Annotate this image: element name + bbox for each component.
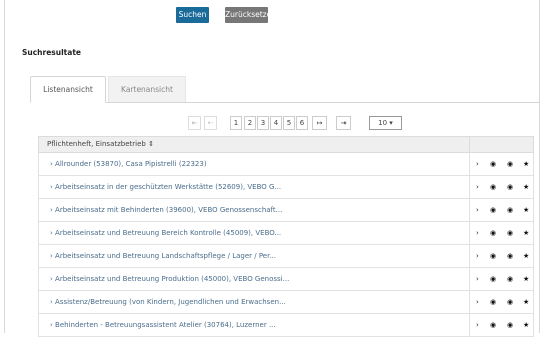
row-actions: › ◉ ◉ ★: [469, 153, 536, 175]
row-actions: › ◉ ◉ ★: [469, 291, 536, 313]
row-actions: › ◉ ◉ ★: [469, 245, 536, 267]
row-actions: › ◉ ◉ ★: [469, 199, 536, 221]
last-page-icon[interactable]: ⇥: [336, 116, 351, 130]
row-actions: › ◉ ◉ ★: [469, 222, 536, 244]
search-button[interactable]: Suchen: [176, 7, 209, 23]
view-icon[interactable]: ◉: [490, 199, 496, 221]
page-size-select[interactable]: 10 ▾: [369, 116, 402, 130]
preview-icon[interactable]: ◉: [507, 199, 513, 221]
view-icon[interactable]: ◉: [490, 176, 496, 198]
table-row: › Arbeitseinsatz in der geschützten Werk…: [38, 176, 534, 199]
expand-icon[interactable]: ›: [476, 291, 479, 313]
view-icon[interactable]: ◉: [490, 222, 496, 244]
view-icon[interactable]: ◉: [490, 268, 496, 290]
expand-icon[interactable]: ›: [476, 199, 479, 221]
actions-header: [469, 137, 536, 152]
favorite-star-icon[interactable]: ★: [523, 268, 529, 290]
expand-icon[interactable]: ›: [476, 153, 479, 175]
page-5[interactable]: 5: [283, 116, 295, 130]
row-actions: › ◉ ◉ ★: [469, 268, 536, 290]
preview-icon[interactable]: ◉: [507, 153, 513, 175]
view-icon[interactable]: ◉: [490, 245, 496, 267]
reset-button[interactable]: Zurücksetzen: [225, 7, 276, 23]
sort-column-header[interactable]: Pflichtenheft, Einsatzbetrieb ⇕: [47, 137, 154, 152]
favorite-star-icon[interactable]: ★: [523, 222, 529, 244]
favorite-star-icon[interactable]: ★: [523, 291, 529, 313]
row-actions: › ◉ ◉ ★: [469, 176, 536, 198]
page-3[interactable]: 3: [257, 116, 269, 130]
row-link[interactable]: › Arbeitseinsatz mit Behinderten (39600)…: [50, 199, 282, 221]
row-link[interactable]: › Arbeitseinsatz und Betreuung Produktio…: [50, 268, 289, 290]
favorite-star-icon[interactable]: ★: [523, 176, 529, 198]
tab-map-view[interactable]: Kartenansicht: [108, 76, 186, 102]
page-2[interactable]: 2: [244, 116, 256, 130]
first-page-icon[interactable]: ⇤: [188, 116, 201, 130]
preview-icon[interactable]: ◉: [507, 291, 513, 313]
table-row: › Behinderten - Betreuungsassistent Atel…: [38, 314, 534, 337]
preview-icon[interactable]: ◉: [507, 245, 513, 267]
page-4[interactable]: 4: [270, 116, 282, 130]
next-page-icon[interactable]: ↦: [312, 116, 327, 130]
expand-icon[interactable]: ›: [476, 222, 479, 244]
view-icon[interactable]: ◉: [490, 291, 496, 313]
page-1[interactable]: 1: [230, 116, 242, 130]
favorite-star-icon[interactable]: ★: [523, 199, 529, 221]
page-6[interactable]: 6: [296, 116, 308, 130]
results-title: Suchresultate: [22, 48, 82, 57]
preview-icon[interactable]: ◉: [507, 176, 513, 198]
table-header: Pflichtenheft, Einsatzbetrieb ⇕: [38, 136, 534, 153]
preview-icon[interactable]: ◉: [507, 222, 513, 244]
preview-icon[interactable]: ◉: [507, 268, 513, 290]
table-row: › Arbeitseinsatz und Betreuung Bereich K…: [38, 222, 534, 245]
table-row: › Arbeitseinsatz mit Behinderten (39600)…: [38, 199, 534, 222]
results-table: Pflichtenheft, Einsatzbetrieb ⇕ › Allrou…: [38, 136, 534, 337]
expand-icon[interactable]: ›: [476, 245, 479, 267]
expand-icon[interactable]: ›: [476, 268, 479, 290]
row-link[interactable]: › Allrounder (53870), Casa Pipistrelli (…: [50, 153, 207, 175]
row-link[interactable]: › Assistenz/Betreuung (von Kindern, Juge…: [50, 291, 286, 313]
expand-icon[interactable]: ›: [476, 176, 479, 198]
favorite-star-icon[interactable]: ★: [523, 153, 529, 175]
favorite-star-icon[interactable]: ★: [523, 245, 529, 267]
view-tabs: Listenansicht Kartenansicht: [30, 76, 539, 103]
row-link[interactable]: › Arbeitseinsatz und Betreuung Landschaf…: [50, 245, 276, 267]
table-row: › Arbeitseinsatz und Betreuung Produktio…: [38, 268, 534, 291]
view-icon[interactable]: ◉: [490, 153, 496, 175]
row-link[interactable]: › Arbeitseinsatz in der geschützten Werk…: [50, 176, 281, 198]
prev-page-icon[interactable]: ⇠: [204, 116, 217, 130]
table-row: › Allrounder (53870), Casa Pipistrelli (…: [38, 153, 534, 176]
table-row: › Arbeitseinsatz und Betreuung Landschaf…: [38, 245, 534, 268]
row-link[interactable]: › Arbeitseinsatz und Betreuung Bereich K…: [50, 222, 281, 244]
tab-list-view[interactable]: Listenansicht: [30, 76, 106, 103]
table-row: › Assistenz/Betreuung (von Kindern, Juge…: [38, 291, 534, 314]
